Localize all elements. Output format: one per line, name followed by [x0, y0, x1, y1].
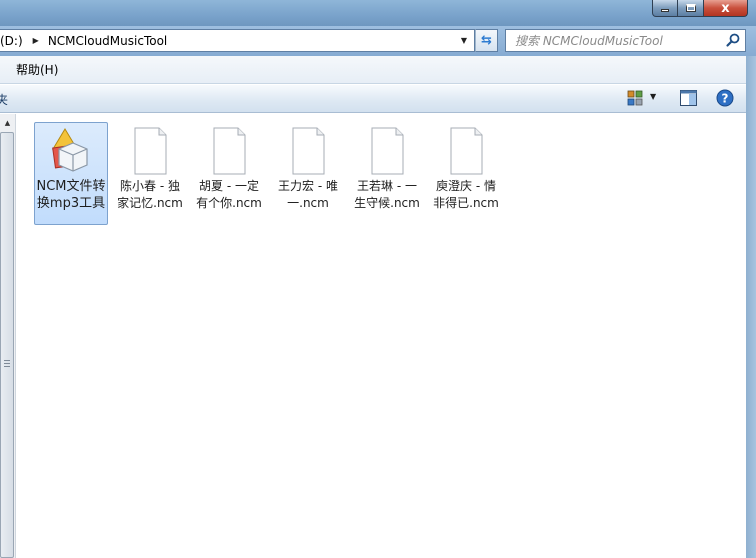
breadcrumb-folder[interactable]: NCMCloudMusicTool	[48, 34, 167, 48]
close-button[interactable]: x	[704, 0, 748, 17]
file-label: 王若琳 - 一生守候.ncm	[354, 179, 420, 210]
navigation-pane-scrollbar[interactable]: ▲	[0, 114, 16, 558]
address-bar[interactable]: (D:) ▶ NCMCloudMusicTool ▼	[0, 29, 475, 52]
scroll-grip-icon	[4, 360, 10, 367]
preview-pane-icon[interactable]	[680, 90, 697, 106]
menu-help[interactable]: 帮助(H)	[0, 61, 58, 78]
view-options-dropdown-icon[interactable]: ▼	[650, 92, 656, 101]
application-icon	[52, 128, 88, 172]
maximize-icon	[685, 4, 696, 12]
close-icon: x	[721, 0, 730, 16]
blank-file-icon	[450, 127, 483, 175]
file-item-ncm-2[interactable]: 胡夏 - 一定有个你.ncm	[192, 122, 266, 225]
command-bar: 夹 ▼ ?	[0, 85, 746, 113]
caption-buttons: x	[652, 0, 748, 17]
chevron-down-icon: ▼	[460, 36, 468, 45]
maximize-button[interactable]	[678, 0, 704, 17]
file-item-ncm-1[interactable]: 陈小春 - 独家记忆.ncm	[113, 122, 187, 225]
window-frame-right	[746, 56, 756, 558]
blank-file-icon	[134, 127, 167, 175]
scrollbar-thumb[interactable]	[0, 132, 14, 558]
refresh-icon: ⇆	[481, 33, 492, 48]
view-options-icon[interactable]	[626, 89, 644, 107]
breadcrumb-chevron-icon[interactable]: ▶	[33, 36, 39, 45]
refresh-button[interactable]: ⇆	[475, 29, 498, 52]
file-item-ncm-4[interactable]: 王若琳 - 一生守候.ncm	[350, 122, 424, 225]
file-label: NCM文件转换mp3工具	[36, 179, 106, 211]
file-label: 王力宏 - 唯一.ncm	[278, 179, 338, 210]
search-placeholder: 搜索 NCMCloudMusicTool	[515, 34, 663, 48]
menu-bar: 帮助(H)	[0, 56, 746, 84]
search-icon[interactable]	[725, 32, 741, 48]
file-label: 庾澄庆 - 情非得已.ncm	[433, 179, 499, 210]
address-row: (D:) ▶ NCMCloudMusicTool ▼ ⇆ 搜索 NCMCloud…	[0, 26, 756, 56]
minimize-icon	[661, 9, 669, 12]
svg-text:?: ?	[722, 92, 729, 106]
blank-file-icon	[213, 127, 246, 175]
file-label: 陈小春 - 独家记忆.ncm	[117, 179, 183, 210]
minimize-button[interactable]	[652, 0, 678, 17]
file-list[interactable]: NCM文件转换mp3工具 陈小春 - 独家记忆.ncm 胡夏 - 一定有个你.n…	[17, 114, 746, 558]
file-item-ncm-converter[interactable]: NCM文件转换mp3工具	[34, 122, 108, 225]
title-bar: x	[0, 0, 756, 26]
help-icon[interactable]: ?	[716, 89, 734, 107]
command-clipped-item[interactable]: 夹	[0, 91, 8, 108]
blank-file-icon	[292, 127, 325, 175]
address-history-dropdown[interactable]: ▼	[455, 30, 473, 51]
blank-file-icon	[371, 127, 404, 175]
file-label: 胡夏 - 一定有个你.ncm	[196, 179, 262, 210]
breadcrumb-drive[interactable]: (D:)	[0, 34, 23, 48]
file-item-ncm-5[interactable]: 庾澄庆 - 情非得已.ncm	[429, 122, 503, 225]
search-input[interactable]: 搜索 NCMCloudMusicTool	[505, 29, 746, 52]
scroll-up-icon[interactable]: ▲	[0, 114, 15, 131]
file-item-ncm-3[interactable]: 王力宏 - 唯一.ncm	[271, 122, 345, 225]
